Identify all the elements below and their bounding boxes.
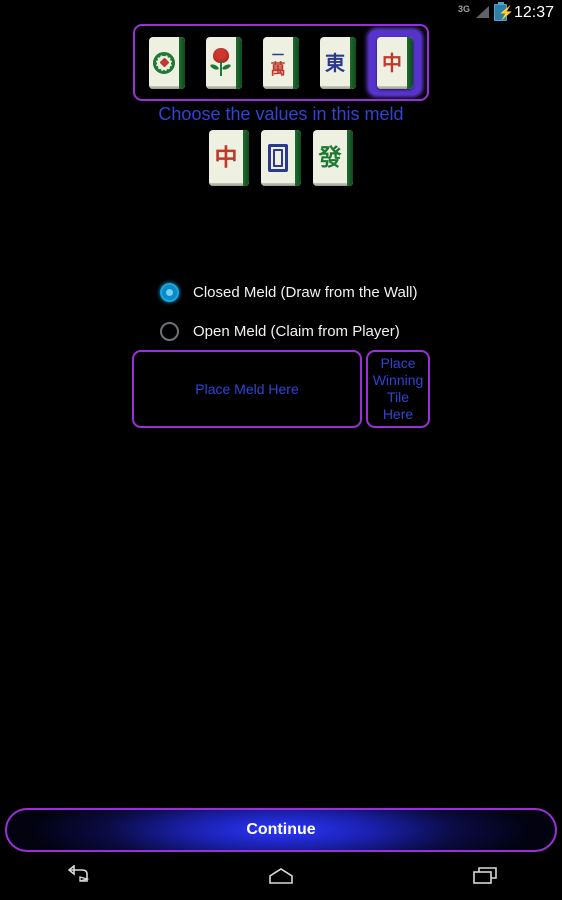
radio-option-closed-meld[interactable]: Closed Meld (Draw from the Wall) — [160, 283, 418, 302]
current-meld-row: 中 發 — [0, 130, 562, 186]
home-icon[interactable] — [259, 861, 303, 891]
tile-option-characters-1[interactable]: 一 萬 — [255, 30, 307, 95]
continue-button-wrapper: Continue — [5, 808, 557, 852]
tile-option-flower[interactable] — [198, 30, 250, 95]
continue-button[interactable]: Continue — [5, 808, 557, 852]
green-dragon-glyph: 發 — [318, 144, 342, 171]
back-icon[interactable] — [55, 861, 99, 891]
clock-label: 12:37 — [513, 3, 554, 21]
radio-label-open-meld: Open Meld (Claim from Player) — [193, 323, 400, 340]
status-bar: 3G ⚡ 12:37 — [0, 0, 562, 25]
prompt-label: Choose the values in this meld — [158, 104, 404, 124]
place-meld-drop-zone[interactable]: Place Meld Here — [132, 350, 362, 428]
character-tile-bottom-glyph: 萬 — [270, 59, 286, 78]
meld-tile-green-dragon[interactable]: 發 — [313, 130, 353, 186]
tile-option-red-dragon[interactable]: 中 — [369, 30, 421, 95]
flower-tile-icon — [206, 36, 242, 89]
app-root: 3G ⚡ 12:37 一 萬 東 中 Choose the values in … — [0, 0, 562, 900]
meld-type-radio-group: Closed Meld (Draw from the Wall) Open Me… — [160, 283, 418, 341]
meld-tile-red-dragon[interactable]: 中 — [209, 130, 249, 186]
recents-icon[interactable] — [463, 861, 507, 891]
battery-charging-icon: ⚡ — [493, 2, 514, 21]
east-wind-tile-icon: 東 — [320, 36, 356, 89]
character-tile-icon: 一 萬 — [263, 36, 299, 89]
dot-tile-icon — [149, 36, 185, 89]
red-dragon-glyph: 中 — [214, 144, 238, 171]
character-tile-top-glyph: 一 — [271, 47, 284, 62]
android-nav-bar — [0, 852, 562, 900]
east-wind-glyph: 東 — [325, 50, 345, 75]
network-type-label: 3G — [457, 4, 470, 14]
meld-tile-white-dragon[interactable] — [261, 130, 301, 186]
red-dragon-tile-icon: 中 — [377, 36, 413, 89]
radio-option-open-meld[interactable]: Open Meld (Claim from Player) — [160, 322, 418, 341]
radio-label-closed-meld: Closed Meld (Draw from the Wall) — [193, 284, 418, 301]
tile-option-east-wind[interactable]: 東 — [312, 30, 364, 95]
white-dragon-tile-icon — [268, 144, 288, 172]
radio-button-closed-meld[interactable] — [160, 283, 179, 302]
tile-option-circles-1[interactable] — [141, 30, 193, 95]
radio-button-open-meld[interactable] — [160, 322, 179, 341]
place-winning-tile-drop-zone[interactable]: Place Winning Tile Here — [366, 350, 430, 428]
red-dragon-glyph: 中 — [382, 50, 402, 75]
drop-zone-row: Place Meld Here Place Winning Tile Here — [132, 350, 430, 428]
tile-value-selector: 一 萬 東 中 — [133, 24, 429, 101]
signal-bars-icon — [475, 6, 489, 19]
